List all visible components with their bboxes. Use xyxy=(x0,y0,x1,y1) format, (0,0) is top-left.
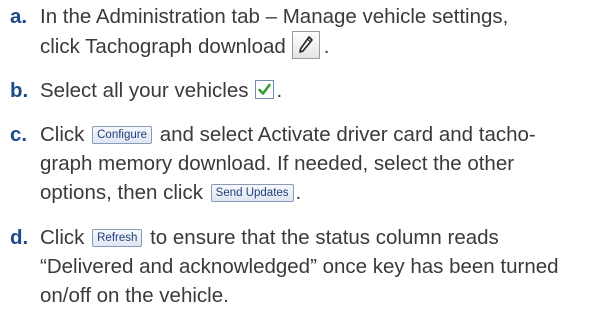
step-letter: d. xyxy=(10,226,29,249)
step-letter: c. xyxy=(10,123,28,146)
step-text-line: options, then click Send Updates. xyxy=(40,181,302,204)
step-text-line: Click Configure and select Activate driv… xyxy=(40,123,536,146)
send-updates-button: Send Updates xyxy=(210,184,294,202)
step-text-line: Click Refresh to ensure that the status … xyxy=(40,226,499,249)
step-text-line: “Delivered and acknowledged” once key ha… xyxy=(40,255,559,278)
step-text-line: click Tachograph download. xyxy=(40,31,329,61)
step-text-line: In the Administration tab – Manage vehic… xyxy=(40,5,509,28)
instruction-list: a. In the Administration tab – Manage ve… xyxy=(0,0,606,310)
step-text-line: graph memory download. If needed, select… xyxy=(40,152,515,175)
configure-button: Configure xyxy=(92,126,152,144)
step-text-line: on/off on the vehicle. xyxy=(40,284,229,307)
refresh-button: Refresh xyxy=(92,229,143,247)
step-letter: b. xyxy=(10,79,29,102)
checkbox-checked-icon xyxy=(254,80,274,99)
step-text-line: Select all your vehicles. xyxy=(40,79,283,102)
pencil-icon xyxy=(291,31,320,59)
step-letter: a. xyxy=(10,5,28,28)
